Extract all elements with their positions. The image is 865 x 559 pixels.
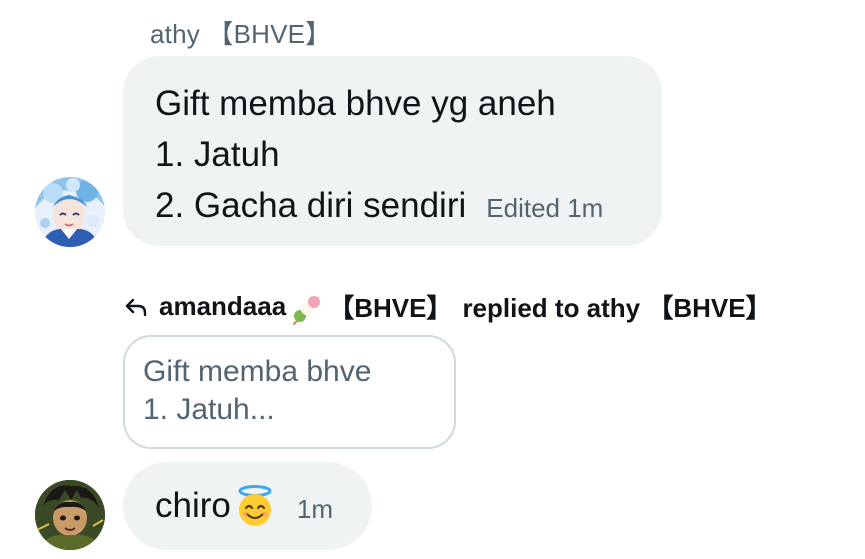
message-line: Gift memba bhve yg aneh (155, 84, 556, 123)
quoted-line: Gift memba bhve (143, 355, 372, 388)
message-line: 2. Gacha diri sendiri (155, 186, 467, 225)
message-bubble[interactable]: chiro 1m (123, 462, 372, 550)
quoted-line: 1. Jatuh... (143, 393, 275, 426)
reply-arrow-icon (123, 294, 149, 320)
avatar[interactable] (35, 177, 105, 247)
chat-thread: athy 【BHVE】 Gift memba bhve yg aneh 1. J… (0, 0, 865, 559)
quoted-message[interactable]: Gift memba bhve 1. Jatuh... (123, 335, 456, 449)
message-line-row: 2. Gacha diri sendiri Edited 1m (155, 180, 630, 234)
sender-name[interactable]: athy 【BHVE】 (150, 14, 331, 51)
anime-avatar-icon (35, 177, 105, 247)
reply-author: amandaaa (159, 291, 287, 321)
anime-avatar-icon (35, 480, 105, 550)
avatar[interactable] (35, 480, 105, 550)
edited-timestamp[interactable]: Edited 1m (486, 183, 603, 234)
smiling-face-with-halo-icon (233, 484, 277, 528)
reply-header[interactable]: amandaaa 【BHVE】 replied to athy 【BHVE】 (123, 288, 772, 325)
reply-author-tag: 【BHVE】 (328, 293, 453, 323)
reply-action: replied to athy 【BHVE】 (462, 293, 772, 323)
dango-emoji-icon (288, 292, 324, 328)
message-timestamp[interactable]: 1m (297, 494, 333, 525)
message-text: chiro (155, 486, 231, 525)
message-bubble[interactable]: Gift memba bhve yg aneh 1. Jatuh 2. Gach… (123, 56, 662, 246)
message-line: 1. Jatuh (155, 135, 280, 174)
